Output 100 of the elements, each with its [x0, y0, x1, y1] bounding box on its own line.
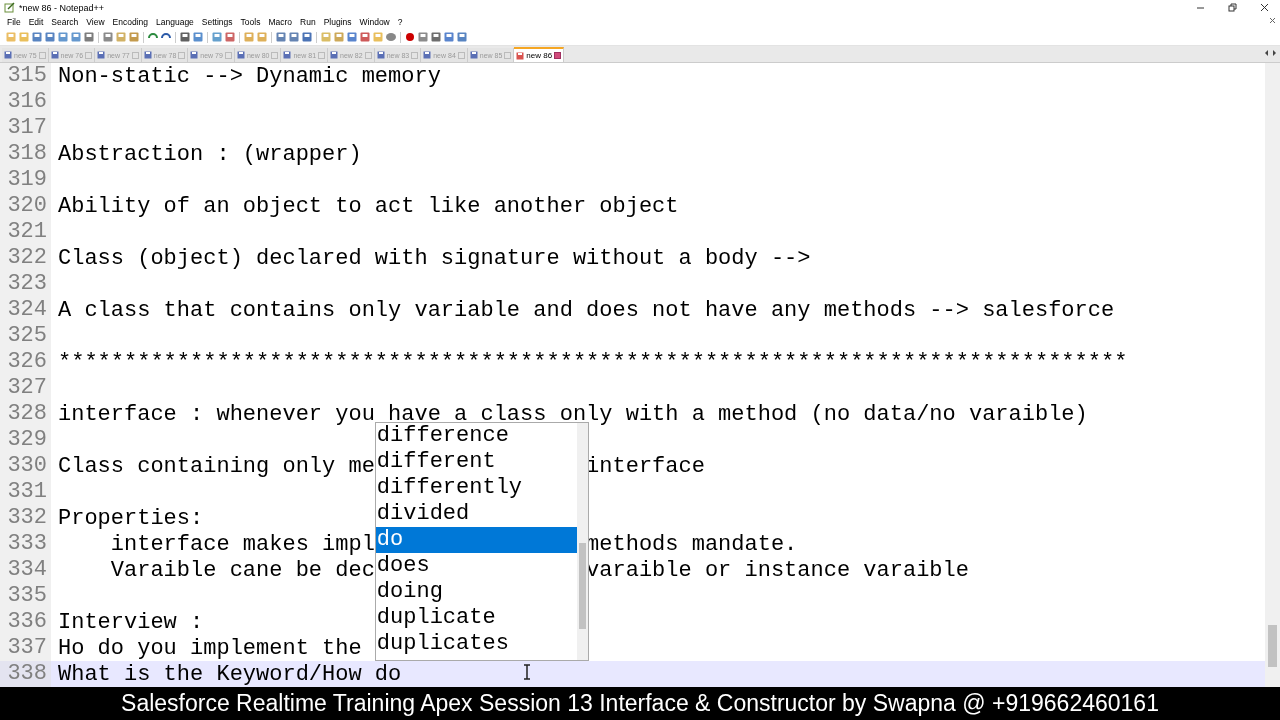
- toolbar-icon[interactable]: [404, 31, 416, 43]
- floppy-icon: [423, 51, 432, 59]
- code-line: Class containing only me: [57, 453, 375, 479]
- menu-item[interactable]: Window: [355, 17, 394, 27]
- line-number: 338: [0, 661, 51, 687]
- toolbar-icon[interactable]: [288, 31, 300, 43]
- toolbar-icon[interactable]: [301, 31, 313, 43]
- code-line: Ability of an object to act like another object: [57, 193, 679, 219]
- toolbar-icon[interactable]: [346, 31, 358, 43]
- toolbar-icon[interactable]: [83, 31, 95, 43]
- toolbar-icon[interactable]: [31, 31, 43, 43]
- menu-item[interactable]: ?: [393, 17, 407, 27]
- code-line: Interview :: [57, 609, 204, 635]
- suggestion-item[interactable]: duplicates: [375, 631, 577, 657]
- toolbar-icon[interactable]: [456, 31, 468, 43]
- line-number: 316: [0, 89, 51, 115]
- floppy-icon: [330, 51, 339, 59]
- menu-item[interactable]: Run: [296, 17, 320, 27]
- line-number: 336: [0, 609, 51, 635]
- toolbar-icon[interactable]: [443, 31, 455, 43]
- restore-icon[interactable]: [1227, 3, 1237, 12]
- line-number: 331: [0, 479, 51, 505]
- scroll-left-icon[interactable]: [1263, 49, 1270, 57]
- line-number: 329: [0, 427, 51, 453]
- floppy-icon: [516, 51, 525, 60]
- line-number: 318: [0, 141, 51, 167]
- floppy-icon: [376, 51, 385, 59]
- menu-item[interactable]: Encoding: [108, 17, 153, 27]
- floppy-icon: [283, 51, 292, 59]
- code-line: interface makes impl: [109, 531, 375, 557]
- suggestion-item[interactable]: does: [375, 553, 577, 579]
- floppy-icon: [4, 51, 12, 59]
- toolbar-icon[interactable]: [359, 31, 371, 43]
- toolbar-icon[interactable]: [275, 31, 287, 43]
- code-line: *********************************************************************************: [57, 349, 1128, 375]
- suggestion-item[interactable]: difference: [375, 423, 577, 449]
- toolbar-icon[interactable]: [430, 31, 442, 43]
- menu-item[interactable]: Macro: [264, 17, 297, 27]
- floppy-icon: [143, 51, 152, 59]
- close-icon[interactable]: [1269, 17, 1276, 24]
- toolbar-icon[interactable]: [102, 31, 114, 43]
- code-line: Varaible cane be dec: [109, 557, 375, 583]
- suggestion-item[interactable]: different: [375, 449, 577, 475]
- suggestion-item[interactable]: doing: [375, 579, 577, 605]
- code-line: Class (object) declared with signature without a body -->: [57, 245, 811, 271]
- floppy-icon: [50, 51, 59, 59]
- toolbar-icon[interactable]: [57, 31, 69, 43]
- video-caption: Salesforce Realtime Training Apex Session 13 Interface & Constructor by Swapna @ +919662460161: [0, 687, 1280, 720]
- line-number: 332: [0, 505, 51, 531]
- line-number: 315: [0, 63, 51, 89]
- toolbar-icon[interactable]: [70, 31, 82, 43]
- line-number: 321: [0, 219, 51, 245]
- text-cursor-icon: [522, 664, 532, 680]
- line-number: 322: [0, 245, 51, 271]
- menu-item[interactable]: Language: [152, 17, 198, 27]
- suggestion-item[interactable]: do: [375, 527, 577, 553]
- menu-item[interactable]: Tools: [236, 17, 265, 27]
- toolbar-icon[interactable]: [44, 31, 56, 43]
- code-line: varaible or instance varaible: [586, 557, 969, 583]
- menu-item[interactable]: Plugins: [319, 17, 356, 27]
- toolbar-icon[interactable]: [179, 31, 191, 43]
- line-number: 323: [0, 271, 51, 297]
- file-tab[interactable]: new 86: [514, 47, 565, 62]
- line-number: 334: [0, 557, 51, 583]
- close-icon[interactable]: [554, 52, 562, 59]
- toolbar-icon[interactable]: [211, 31, 223, 43]
- menu-item[interactable]: File: [3, 17, 25, 27]
- floppy-icon: [97, 51, 106, 59]
- code-line: What is the Keyword/How do: [57, 661, 402, 687]
- code-line: interface: [586, 453, 705, 479]
- line-number: 333: [0, 531, 51, 557]
- line-number: 337: [0, 635, 51, 661]
- line-number: 328: [0, 401, 51, 427]
- code-line: A class that contains only variable and does not have any methods --> salesforce: [57, 297, 1115, 323]
- menu-item[interactable]: Edit: [24, 17, 48, 27]
- menu-item[interactable]: Settings: [197, 17, 237, 27]
- scroll-right-icon[interactable]: [1271, 49, 1278, 57]
- line-number: 330: [0, 453, 51, 479]
- line-number: 317: [0, 115, 51, 141]
- code-line: Non-static --> Dynamic memory: [57, 63, 441, 89]
- code-line: Abstraction : (wrapper): [57, 141, 362, 167]
- line-number: 319: [0, 167, 51, 193]
- floppy-icon: [190, 51, 199, 59]
- close-icon[interactable]: [1259, 3, 1269, 12]
- code-line: Ho do you implement the: [57, 635, 362, 661]
- floppy-icon: [469, 51, 478, 59]
- suggestion-item[interactable]: divided: [375, 501, 577, 527]
- toolbar-icon[interactable]: [224, 31, 236, 43]
- toolbar-icon[interactable]: [192, 31, 204, 43]
- toolbar-icon[interactable]: [417, 31, 429, 43]
- menu-item[interactable]: View: [82, 17, 109, 27]
- floppy-icon: [236, 51, 245, 59]
- toolbar-icon[interactable]: [385, 31, 397, 43]
- code-line: Properties:: [57, 505, 204, 531]
- suggestion-item[interactable]: differently: [375, 475, 577, 501]
- line-number: 320: [0, 193, 51, 219]
- line-number: 325: [0, 323, 51, 349]
- suggestion-item[interactable]: duplicate: [375, 605, 577, 631]
- menu-item[interactable]: Search: [47, 17, 83, 27]
- line-number: 326: [0, 349, 51, 375]
